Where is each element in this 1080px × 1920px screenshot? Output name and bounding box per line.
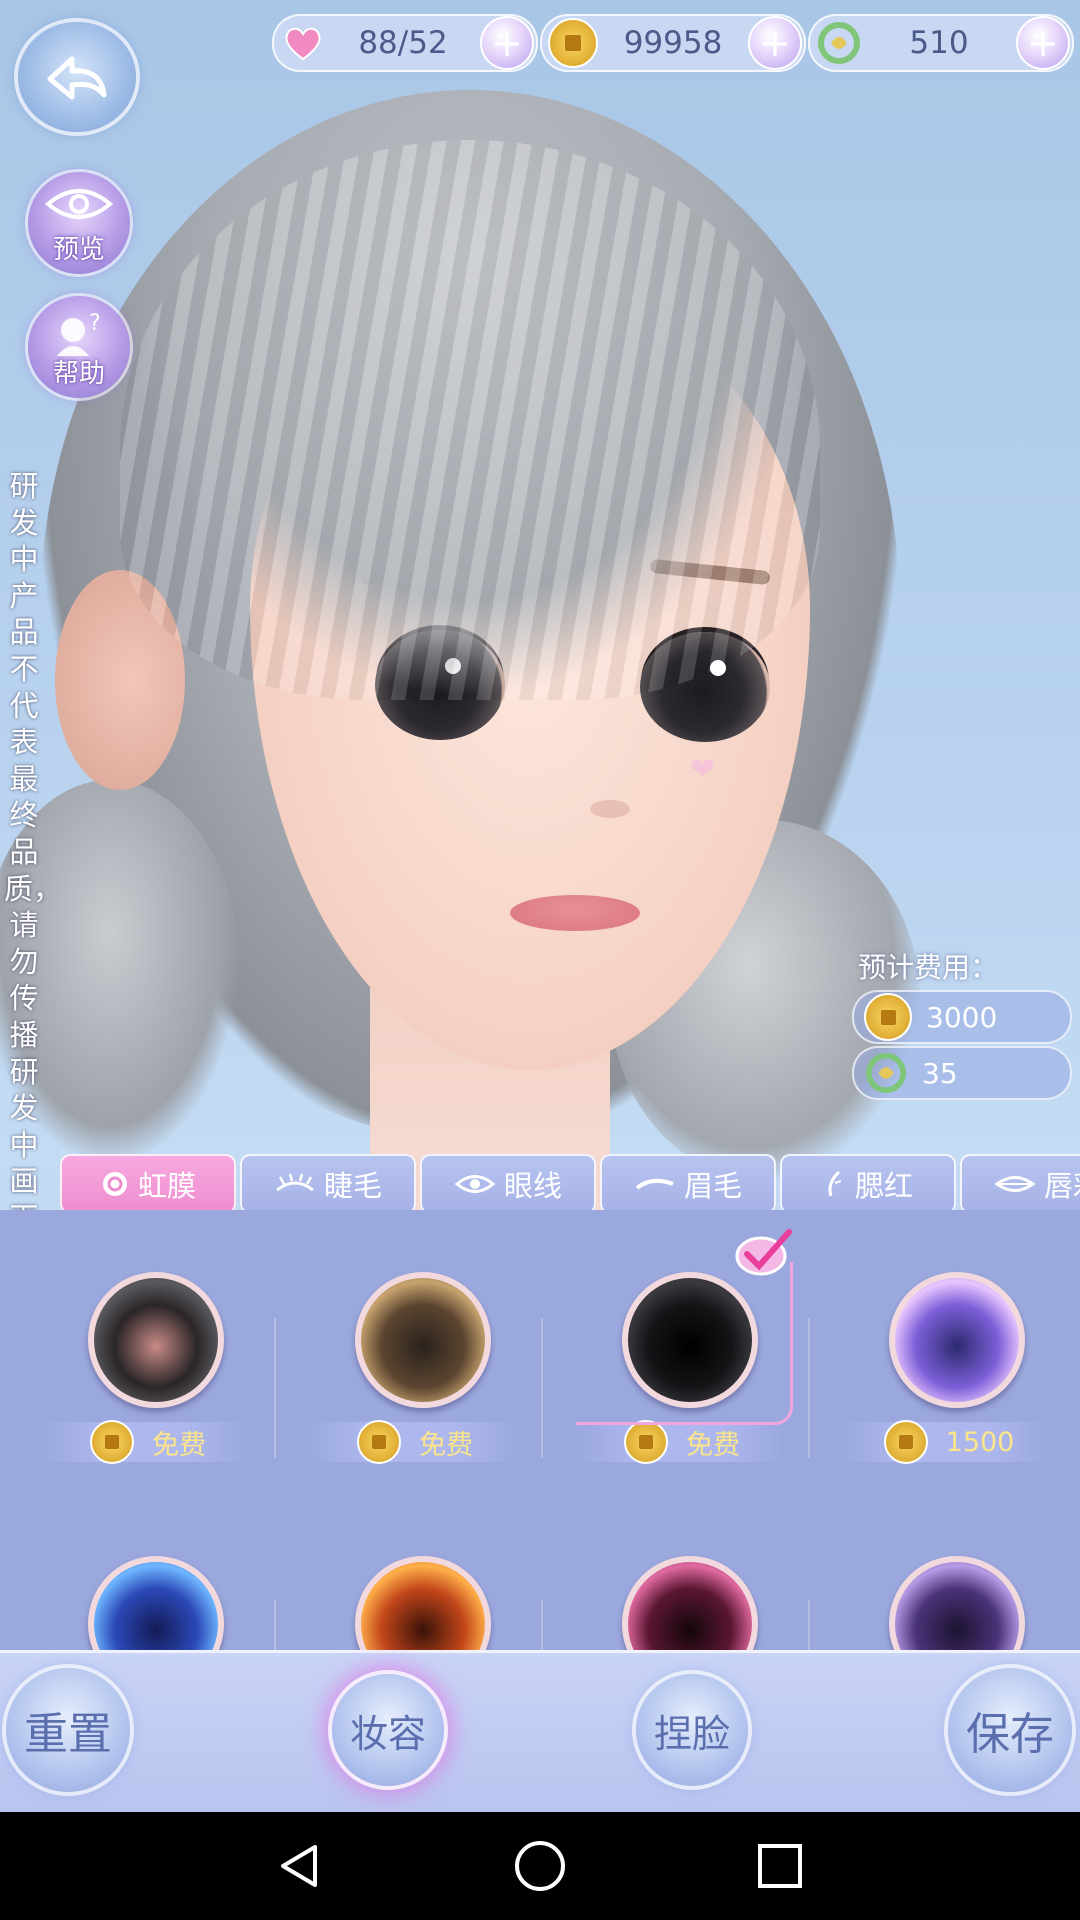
gold-coin-icon [883, 1420, 928, 1464]
iris-swatch [889, 1556, 1025, 1650]
coin-value: 99958 [623, 25, 723, 61]
gold-coin-icon [357, 1420, 401, 1464]
tab-eyelash[interactable]: 睫毛 [240, 1154, 416, 1214]
reset-label: 重置 [24, 1709, 112, 1760]
add-stamina-button[interactable]: + [480, 16, 534, 70]
heart-cheek-icon: ❤ [690, 752, 716, 787]
tab-label: 眉毛 [683, 1169, 742, 1203]
selection-frame [576, 1262, 793, 1425]
help-button[interactable]: ? 帮助 [28, 296, 130, 398]
iris-swatch [355, 1556, 491, 1650]
gold-coin-icon [90, 1420, 134, 1464]
iris-swatch [88, 1272, 224, 1408]
estimated-cost-title: 预计费用： [858, 951, 999, 984]
eye-preview-icon [28, 184, 130, 224]
tab-label: 睫毛 [323, 1169, 382, 1203]
eye-icon [454, 1171, 496, 1197]
iris-swatch [88, 1556, 224, 1650]
iris-icon [100, 1169, 130, 1199]
coin-counter: 99958 + [540, 14, 806, 72]
makeup-category-tabs: 虹膜 睫毛 眼线 眉毛 腮红 唇彩 [56, 1154, 1080, 1216]
tab-label: 眼线 [503, 1169, 562, 1203]
recents-icon[interactable] [750, 1836, 810, 1896]
gold-coin-icon [548, 18, 598, 68]
help-label: 帮助 [52, 359, 105, 389]
svg-text:?: ? [89, 311, 101, 336]
iris-item[interactable] [811, 1494, 1078, 1650]
jade-dragon-icon [864, 1051, 908, 1095]
item-price: 免费 [574, 1420, 784, 1464]
save-label: 保存 [966, 1709, 1054, 1760]
tab-eyebrow[interactable]: 眉毛 [600, 1154, 776, 1214]
home-icon[interactable] [510, 1836, 570, 1896]
selected-check-icon [733, 1226, 795, 1278]
tab-label: 唇彩 [1043, 1169, 1080, 1203]
iris-swatch [889, 1272, 1025, 1408]
back-arrow-icon [47, 56, 107, 100]
item-price: 免费 [307, 1420, 517, 1464]
iris-item[interactable]: 免费瞳·漓 [277, 1210, 544, 1470]
jade-value: 510 [909, 25, 969, 61]
eyelash-icon [274, 1172, 316, 1196]
item-name: 瞳·漓 [277, 1466, 544, 1470]
gold-coin-icon [624, 1420, 668, 1464]
item-price: 1500 [841, 1420, 1051, 1464]
tab-eyeliner[interactable]: 眼线 [420, 1154, 596, 1214]
character-lips [510, 895, 640, 931]
tab-label: 虹膜 [137, 1169, 196, 1203]
preview-label: 预览 [52, 235, 105, 265]
stamina-counter: 88/52 + [272, 14, 538, 72]
cost-coins: 3000 [852, 990, 1072, 1044]
face-sculpt-label: 捏脸 [653, 1711, 730, 1756]
system-navigation-bar [0, 1812, 1080, 1920]
item-price: 免费 [40, 1420, 250, 1464]
back-button[interactable] [18, 22, 136, 132]
cost-coins-value: 3000 [926, 1000, 998, 1034]
tab-iris[interactable]: 虹膜 [60, 1154, 236, 1214]
iris-item[interactable]: 1500 瞳·星 [811, 1210, 1078, 1470]
item-price-value: 免费 [419, 1429, 473, 1461]
character-nose [590, 800, 630, 818]
dev-watermark: 研发中产品不代表最终品质，请勿传播研发中画面 [4, 469, 63, 1235]
cost-jade: 35 [852, 1046, 1072, 1100]
item-price-value: 免费 [686, 1429, 740, 1461]
iris-item[interactable] [10, 1494, 277, 1650]
cost-jade-value: 35 [922, 1056, 958, 1090]
tab-label: 腮红 [854, 1169, 913, 1203]
preview-button[interactable]: 预览 [28, 172, 130, 274]
stamina-value: 88/52 [358, 25, 448, 61]
iris-swatch [622, 1556, 758, 1650]
item-name: 瞳·墨 [544, 1466, 811, 1470]
tab-blush[interactable]: 腮红 [780, 1154, 956, 1214]
jade-counter: 510 + [808, 14, 1074, 72]
back-icon[interactable] [270, 1836, 330, 1896]
eyebrow-icon [634, 1174, 676, 1194]
jade-dragon-icon [816, 20, 862, 66]
tab-lips[interactable]: 唇彩 [960, 1154, 1080, 1214]
iris-item[interactable] [277, 1494, 544, 1650]
item-name: 瞳·默认 [10, 1466, 277, 1470]
makeup-label: 妆容 [349, 1711, 426, 1756]
help-character-icon: ? [28, 308, 130, 358]
item-price-value: 1500 [945, 1426, 1015, 1458]
heart-icon [280, 20, 326, 66]
iris-swatch [355, 1272, 491, 1408]
item-price-value: 免费 [152, 1429, 206, 1461]
reset-button[interactable]: 重置 [6, 1668, 130, 1792]
bottom-action-bar [0, 1650, 1080, 1815]
lips-icon [994, 1173, 1036, 1195]
makeup-mode-button[interactable]: 妆容 [332, 1674, 444, 1786]
face-sculpt-mode-button[interactable]: 捏脸 [636, 1674, 748, 1786]
item-name: 瞳·星 [811, 1466, 1078, 1470]
blush-icon [823, 1169, 847, 1199]
save-button[interactable]: 保存 [948, 1668, 1072, 1792]
gold-coin-icon [864, 993, 912, 1041]
add-jade-button[interactable]: + [1016, 16, 1070, 70]
iris-item[interactable]: 免费瞳·默认 [10, 1210, 277, 1470]
iris-item[interactable] [544, 1494, 811, 1650]
add-coins-button[interactable]: + [748, 16, 802, 70]
